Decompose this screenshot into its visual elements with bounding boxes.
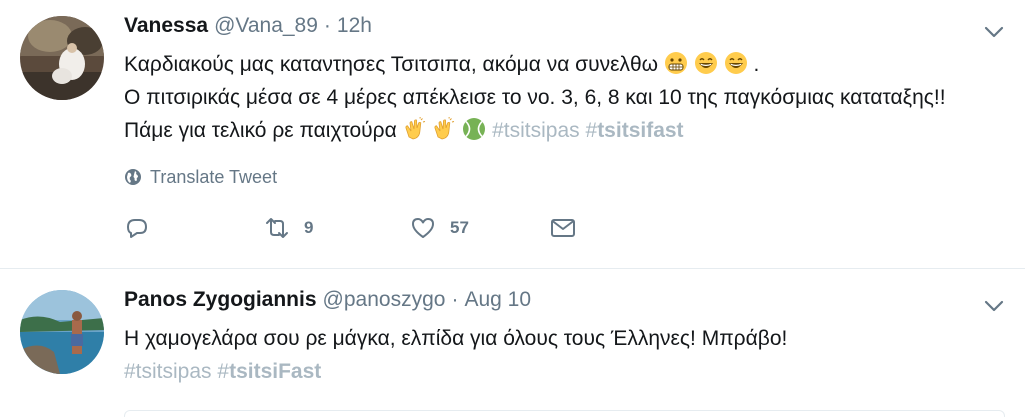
tweet-text-line1-end: .	[753, 53, 760, 76]
globe-icon	[125, 169, 141, 185]
tweet-text-line1: Καρδιακούς μας καταντησες Τσιτσιπα, ακόμ…	[124, 53, 659, 76]
hashtag-link[interactable]: #tsitsifast	[586, 119, 684, 142]
hashtag-word: tsitsiFast	[229, 360, 322, 383]
username[interactable]: @panoszygo	[323, 288, 446, 312]
heart-icon	[412, 218, 434, 238]
chevron-down-icon[interactable]	[981, 22, 1007, 42]
like-count: 57	[450, 218, 469, 237]
fullname[interactable]: Panos Zygogiannis	[124, 288, 317, 312]
hashtag-symbol: #	[585, 119, 598, 142]
grin-emoji	[694, 52, 717, 74]
retweet-count: 9	[304, 218, 314, 237]
mail-icon	[551, 219, 575, 237]
timestamp[interactable]: Aug 10	[464, 288, 531, 312]
tweet-header: Panos Zygogiannis @panoszygo · Aug 10	[124, 288, 965, 318]
clap-emoji	[434, 117, 455, 140]
username[interactable]: @Vana_89	[214, 14, 318, 38]
retweet-button[interactable]: 9	[264, 215, 410, 241]
hashtag-word: tsitsifast	[597, 119, 684, 142]
reply-button[interactable]	[124, 215, 264, 241]
clap-emoji	[405, 117, 425, 140]
hashtag-link[interactable]: #tsitsiFast	[217, 360, 321, 383]
retweet-icon	[266, 218, 288, 238]
tweet-header: Vanessa @Vana_89 · 12h	[124, 14, 965, 44]
grimacing-emoji	[664, 52, 687, 74]
grin-emoji	[724, 52, 747, 74]
hashtag-link[interactable]: #tsitsipas	[124, 360, 212, 383]
reply-icon	[127, 219, 147, 238]
separator: ·	[323, 14, 331, 37]
timestamp[interactable]: 12h	[337, 14, 372, 38]
separator: ·	[451, 288, 459, 311]
like-button[interactable]: 57	[410, 215, 550, 241]
hashtag-symbol: #	[217, 360, 230, 383]
translate-label: Translate Tweet	[150, 166, 278, 187]
translate-tweet-link[interactable]: Translate Tweet	[124, 165, 965, 189]
avatar[interactable]	[20, 290, 104, 374]
avatar[interactable]	[20, 16, 104, 100]
tweet-content: Panos Zygogiannis @panoszygo · Aug 10 Η …	[124, 288, 965, 388]
hashtag-link[interactable]: #tsitsipas	[492, 119, 580, 142]
tweet-actions: 9 57	[124, 213, 965, 243]
embedded-card-edge	[124, 410, 1005, 417]
tweet-text-line1: Η χαμογελάρα σου ρε μάγκα, ελπίδα για όλ…	[124, 327, 788, 350]
chevron-down-icon[interactable]	[981, 296, 1007, 316]
direct-message-button[interactable]	[550, 215, 576, 241]
tennis-ball-emoji	[463, 118, 486, 140]
tweet-text: Η χαμογελάρα σου ρε μάγκα, ελπίδα για όλ…	[124, 322, 965, 388]
tweet-content: Vanessa @Vana_89 · 12h Καρδιακούς μας κα…	[124, 14, 965, 243]
fullname[interactable]: Vanessa	[124, 14, 208, 38]
tweet-text: Καρδιακούς μας καταντησες Τσιτσιπα, ακόμ…	[124, 48, 965, 147]
